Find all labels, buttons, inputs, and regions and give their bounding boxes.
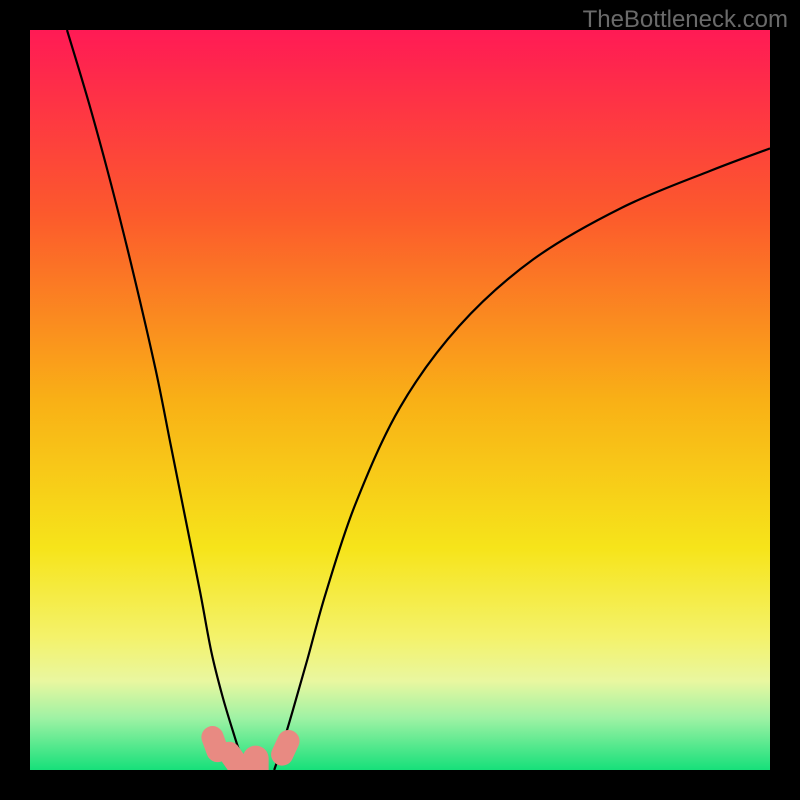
gradient-background [30, 30, 770, 770]
bottleneck-curve-chart [30, 30, 770, 770]
chart-area [30, 30, 770, 770]
